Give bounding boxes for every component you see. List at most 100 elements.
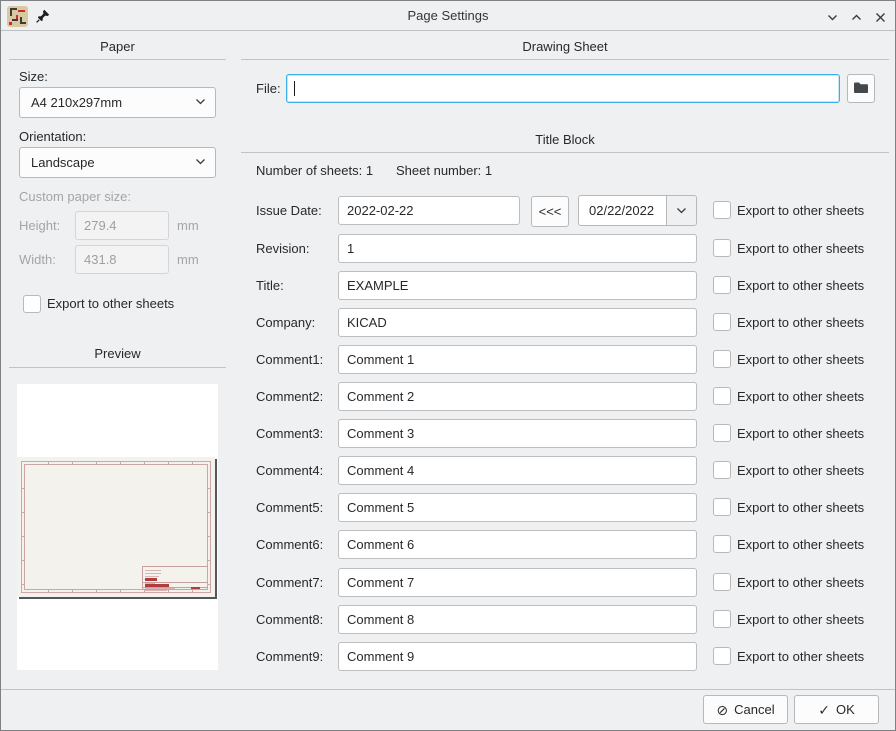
row-revision: Revision: Export to other sheets <box>241 233 889 264</box>
comment1-input[interactable] <box>338 345 697 374</box>
field-label: Revision: <box>256 233 309 264</box>
export-checkbox[interactable] <box>713 498 731 516</box>
comment6-input[interactable] <box>338 530 697 559</box>
ok-label: OK <box>836 702 855 717</box>
row-company: Company: Export to other sheets <box>241 307 889 338</box>
custom-size-label: Custom paper size: <box>19 189 131 204</box>
paper-divider <box>9 59 226 60</box>
file-input[interactable] <box>286 74 840 103</box>
export-label: Export to other sheets <box>737 604 864 635</box>
ok-button[interactable]: ✓ OK <box>794 695 879 724</box>
chevron-down-icon[interactable] <box>666 196 696 225</box>
browse-button[interactable] <box>847 74 875 103</box>
export-label: Export to other sheets <box>737 381 864 412</box>
export-label: Export to other sheets <box>737 529 864 560</box>
orientation-select[interactable]: Landscape <box>19 147 216 178</box>
drawing-sheet-section: Drawing Sheet File: Title Block Number o… <box>241 31 889 701</box>
orientation-label: Orientation: <box>19 129 86 144</box>
export-checkbox[interactable] <box>713 647 731 665</box>
export-label: Export to other sheets <box>737 307 864 338</box>
window-title: Page Settings <box>1 1 895 31</box>
folder-icon <box>853 81 869 97</box>
page-settings-dialog: Page Settings Paper Size: A4 210x297mm O… <box>0 0 896 731</box>
field-label: Comment8: <box>256 604 323 635</box>
field-label: Comment6: <box>256 529 323 560</box>
drawing-sheet-divider <box>241 59 889 60</box>
paper-size-value: A4 210x297mm <box>31 95 194 110</box>
export-checkbox[interactable] <box>713 535 731 553</box>
export-label: Export to other sheets <box>737 195 864 226</box>
revision-input[interactable] <box>338 234 697 263</box>
orientation-value: Landscape <box>31 155 194 170</box>
field-label: Comment2: <box>256 381 323 412</box>
row-comment8: Comment8: Export to other sheets <box>241 604 889 635</box>
field-label: Comment5: <box>256 492 323 523</box>
comment8-input[interactable] <box>338 605 697 634</box>
height-input <box>75 211 169 240</box>
comment3-input[interactable] <box>338 419 697 448</box>
ok-icon: ✓ <box>818 703 830 717</box>
sheet-title-block <box>142 566 208 590</box>
field-label: Comment7: <box>256 567 323 598</box>
chevron-down-icon[interactable] <box>823 8 841 26</box>
field-label: Issue Date: <box>256 195 322 226</box>
row-comment7: Comment7: Export to other sheets <box>241 567 889 598</box>
height-unit: mm <box>177 211 199 241</box>
field-label: Title: <box>256 270 284 301</box>
paper-header: Paper <box>9 39 226 54</box>
sheets-count: Number of sheets: 1 <box>256 163 373 178</box>
comment9-input[interactable] <box>338 642 697 671</box>
chevron-up-icon[interactable] <box>847 8 865 26</box>
row-comment6: Comment6: Export to other sheets <box>241 529 889 560</box>
export-checkbox[interactable] <box>713 239 731 257</box>
comment4-input[interactable] <box>338 456 697 485</box>
export-label: Export to other sheets <box>737 270 864 301</box>
preview-divider <box>9 367 226 368</box>
comment2-input[interactable] <box>338 382 697 411</box>
field-label: Company: <box>256 307 315 338</box>
drawing-sheet-header: Drawing Sheet <box>241 39 889 54</box>
text-caret <box>294 81 295 96</box>
export-checkbox[interactable] <box>713 573 731 591</box>
preview-canvas <box>17 384 218 670</box>
row-issue-date: Issue Date: <<< 02/22/2022 Export to oth… <box>241 195 889 226</box>
titlebar[interactable]: Page Settings <box>1 1 895 31</box>
row-comment3: Comment3: Export to other sheets <box>241 418 889 449</box>
row-comment9: Comment9: Export to other sheets <box>241 641 889 672</box>
export-checkbox[interactable] <box>713 276 731 294</box>
export-checkbox[interactable] <box>713 350 731 368</box>
chevron-down-icon <box>194 155 207 171</box>
paper-size-select[interactable]: A4 210x297mm <box>19 87 216 118</box>
comment5-input[interactable] <box>338 493 697 522</box>
comment7-input[interactable] <box>338 568 697 597</box>
title-block-divider <box>241 152 889 153</box>
export-label: Export to other sheets <box>737 233 864 264</box>
title-input[interactable] <box>338 271 697 300</box>
row-title: Title: Export to other sheets <box>241 270 889 301</box>
export-checkbox[interactable] <box>713 610 731 628</box>
export-label: Export to other sheets <box>737 418 864 449</box>
export-label: Export to other sheets <box>737 344 864 375</box>
paper-section: Paper Size: A4 210x297mm Orientation: La… <box>1 31 234 701</box>
copy-date-button[interactable]: <<< <box>531 196 569 227</box>
field-label: Comment4: <box>256 455 323 486</box>
export-label: Export to other sheets <box>737 567 864 598</box>
export-label: Export to other sheets <box>737 641 864 672</box>
row-comment4: Comment4: Export to other sheets <box>241 455 889 486</box>
export-checkbox[interactable] <box>713 387 731 405</box>
paper-export-checkbox[interactable] <box>23 295 41 313</box>
file-field-wrap <box>286 74 840 103</box>
file-label: File: <box>256 74 281 103</box>
date-picker[interactable]: 02/22/2022 <box>578 195 697 226</box>
issue-date-input[interactable] <box>338 196 520 225</box>
export-checkbox[interactable] <box>713 461 731 479</box>
row-comment1: Comment1: Export to other sheets <box>241 344 889 375</box>
cancel-button[interactable]: ⊘ Cancel <box>703 695 788 724</box>
close-icon[interactable] <box>871 8 889 26</box>
export-checkbox[interactable] <box>713 313 731 331</box>
export-checkbox[interactable] <box>713 424 731 442</box>
company-input[interactable] <box>338 308 697 337</box>
export-checkbox[interactable] <box>713 201 731 219</box>
chevron-down-icon <box>194 95 207 111</box>
width-unit: mm <box>177 245 199 275</box>
